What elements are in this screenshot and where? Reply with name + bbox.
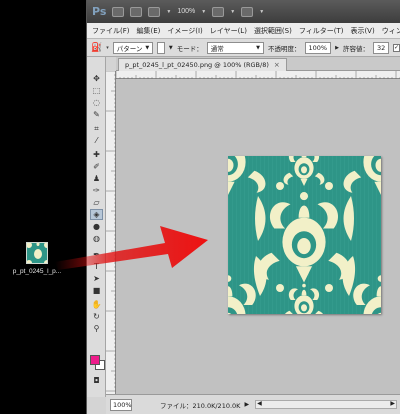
tolerance-label: 許容値： xyxy=(342,44,369,53)
menu-view[interactable]: 表示(V) xyxy=(350,26,374,36)
clone-stamp-tool-icon[interactable]: ♟ xyxy=(90,173,103,184)
file-size-info: ファイル：210.0K/210.0K xyxy=(160,401,241,410)
eyedropper-tool-icon[interactable]: ⁄ xyxy=(90,135,103,146)
document-tab-bar: p_pt_0245_l_pt_02450.png @ 100% (RGB/8) … xyxy=(116,57,400,71)
chevron-down-icon[interactable]: ▼ xyxy=(259,9,264,15)
fill-source-select[interactable]: パターン ▼ xyxy=(112,41,154,54)
foreground-color-swatch[interactable] xyxy=(90,355,100,365)
bridge-button[interactable] xyxy=(112,6,125,17)
eraser-tool-icon[interactable]: ▱ xyxy=(90,197,103,208)
menu-select[interactable]: 選択範囲(S) xyxy=(254,26,292,36)
screen-mode-button[interactable] xyxy=(241,6,254,17)
zoom-select[interactable]: 100% xyxy=(177,8,195,15)
type-tool-icon[interactable]: T xyxy=(90,261,103,272)
desktop-file-icon[interactable]: p_pt_0245_l_p... xyxy=(6,242,68,275)
healing-tool-icon[interactable]: ✚ xyxy=(90,149,103,160)
chevron-down-icon[interactable]: ▼ xyxy=(166,9,171,15)
menu-window[interactable]: ウィンドウ xyxy=(382,26,400,36)
canvas-area[interactable] xyxy=(116,79,400,394)
anti-alias-checkbox[interactable]: ✓ xyxy=(392,43,400,52)
close-icon[interactable]: × xyxy=(274,61,280,69)
photoshop-window: Ps ▼ 100% ▼ ▼ ▼ ファイル(F) 編集(E) イメージ(I) レイ… xyxy=(86,0,400,414)
hand-tool-icon[interactable]: ✋ xyxy=(90,299,103,310)
tool-options-bar: ⛽ ▾ パターン ▼ ▼ モード： 通常 ▼ 不透明度： 100% ▶ 許容値：… xyxy=(87,39,400,57)
app-titlebar: Ps ▼ 100% ▼ ▼ ▼ xyxy=(87,0,400,23)
horizontal-scrollbar[interactable]: ◀ ▶ xyxy=(255,400,397,409)
chevron-down-icon[interactable]: ▾ xyxy=(106,45,109,51)
file-label: p_pt_0245_l_p... xyxy=(12,268,62,275)
scroll-left-icon[interactable]: ◀ xyxy=(257,400,262,407)
tools-panel: ✥ ⬚ ◌ ✎ ⌗ ⁄ ✚ ✐ ♟ ✑ ▱ ◈ ● ◍ ✒ T ➤ ■ ✋ ↻ … xyxy=(87,57,106,397)
file-thumbnail xyxy=(26,242,48,264)
document-tab[interactable]: p_pt_0245_l_pt_02450.png @ 100% (RGB/8) … xyxy=(118,58,287,71)
chevron-down-icon[interactable]: ▼ xyxy=(169,45,173,51)
chevron-right-icon[interactable]: ▶ xyxy=(335,45,339,51)
path-select-tool-icon[interactable]: ➤ xyxy=(90,273,103,284)
menu-file[interactable]: ファイル(F) xyxy=(92,26,130,36)
mode-label: モード： xyxy=(176,44,203,53)
paint-bucket-tool-icon[interactable]: ◈ xyxy=(90,209,103,220)
menu-layer[interactable]: レイヤー(L) xyxy=(210,26,247,36)
dodge-tool-icon[interactable]: ◍ xyxy=(90,233,103,244)
vertical-ruler[interactable] xyxy=(106,71,116,394)
pen-tool-icon[interactable]: ✒ xyxy=(90,249,103,260)
rotate-view-tool-icon[interactable]: ↻ xyxy=(90,311,103,322)
pattern-picker[interactable] xyxy=(157,41,165,54)
chevron-down-icon[interactable]: ▼ xyxy=(230,9,235,15)
quick-select-tool-icon[interactable]: ✎ xyxy=(90,109,103,120)
chevron-right-icon[interactable]: ▶ xyxy=(244,401,249,408)
blur-tool-icon[interactable]: ● xyxy=(90,221,103,232)
paint-bucket-icon[interactable]: ⛽ xyxy=(91,43,102,53)
quick-mask-icon[interactable]: ◘ xyxy=(90,375,103,386)
arrange-documents-button[interactable] xyxy=(212,6,225,17)
minibridge-button[interactable] xyxy=(130,6,143,17)
horizontal-ruler[interactable] xyxy=(116,71,400,79)
move-tool-icon[interactable]: ✥ xyxy=(90,73,103,84)
history-brush-tool-icon[interactable]: ✑ xyxy=(90,185,103,196)
crop-tool-icon[interactable]: ⌗ xyxy=(90,123,103,134)
tolerance-input[interactable]: 32 xyxy=(372,41,389,54)
view-extras-button[interactable] xyxy=(148,6,161,17)
opacity-input[interactable]: 100% xyxy=(304,41,332,54)
status-bar: 100% ファイル：210.0K/210.0K ▶ ◀ ▶ xyxy=(106,394,400,414)
chevron-down-icon[interactable]: ▼ xyxy=(201,9,206,15)
chevron-down-icon: ▼ xyxy=(145,44,150,51)
menubar: ファイル(F) 編集(E) イメージ(I) レイヤー(L) 選択範囲(S) フィ… xyxy=(87,23,400,39)
app-logo: Ps xyxy=(92,5,107,18)
menu-filter[interactable]: フィルター(T) xyxy=(299,26,344,36)
brush-tool-icon[interactable]: ✐ xyxy=(90,161,103,172)
lasso-tool-icon[interactable]: ◌ xyxy=(90,97,103,108)
scroll-right-icon[interactable]: ▶ xyxy=(390,400,395,407)
menu-edit[interactable]: 編集(E) xyxy=(137,26,161,36)
marquee-tool-icon[interactable]: ⬚ xyxy=(90,85,103,96)
zoom-tool-icon[interactable]: ⚲ xyxy=(90,323,103,334)
menu-image[interactable]: イメージ(I) xyxy=(167,26,202,36)
damask-pattern-image xyxy=(190,121,400,349)
shape-tool-icon[interactable]: ■ xyxy=(90,285,103,296)
chevron-down-icon: ▼ xyxy=(256,44,261,51)
zoom-level-input[interactable]: 100% xyxy=(110,398,132,411)
opacity-label: 不透明度： xyxy=(268,44,301,53)
blend-mode-select[interactable]: 通常 ▼ xyxy=(206,41,265,54)
